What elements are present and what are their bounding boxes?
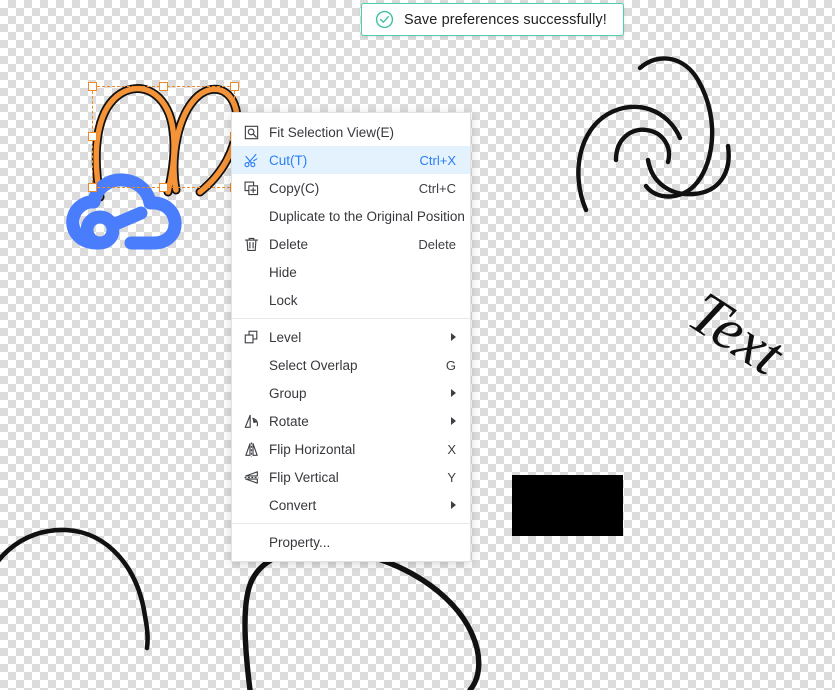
menu-item-label: Delete <box>269 236 309 252</box>
menu-item-duplicate-to-the-original-position[interactable]: Duplicate to the Original Position <box>232 202 470 230</box>
menu-item-rotate[interactable]: Rotate <box>232 407 470 435</box>
scissors-icon <box>242 151 260 169</box>
menu-item-label: Property... <box>269 534 331 550</box>
menu-item-flip-vertical[interactable]: Flip Vertical Y <box>232 463 470 491</box>
menu-item-label: Flip Horizontal <box>269 441 356 457</box>
menu-item-label: Duplicate to the Original Position <box>269 208 465 224</box>
submenu-arrow-icon <box>451 501 456 509</box>
copy-icon <box>242 179 260 197</box>
rotate-icon <box>242 412 260 430</box>
menu-item-group[interactable]: Group <box>232 379 470 407</box>
menu-item-shortcut: Delete <box>418 236 456 252</box>
menu-item-shortcut: Ctrl+X <box>419 152 456 168</box>
menu-item-label: Fit Selection View(E) <box>269 124 395 140</box>
menu-item-label: Rotate <box>269 413 309 429</box>
menu-separator <box>232 318 470 319</box>
menu-item-shortcut: Ctrl+C <box>418 180 456 196</box>
menu-item-select-overlap[interactable]: Select Overlap G <box>232 351 470 379</box>
menu-item-copy-c[interactable]: Copy(C) Ctrl+C <box>232 174 470 202</box>
level-icon <box>242 328 260 346</box>
toast-message: Save preferences successfully! <box>404 11 607 28</box>
menu-item-level[interactable]: Level <box>232 323 470 351</box>
menu-item-label: Convert <box>269 497 317 513</box>
trash-icon <box>242 235 260 253</box>
menu-item-label: Hide <box>269 264 297 280</box>
menu-item-label: Select Overlap <box>269 357 358 373</box>
menu-item-fit-selection-view-e[interactable]: Fit Selection View(E) <box>232 118 470 146</box>
menu-item-property[interactable]: Property... <box>232 528 470 556</box>
black-rectangle[interactable] <box>512 475 623 536</box>
check-circle-icon <box>375 10 394 29</box>
submenu-arrow-icon <box>451 417 456 425</box>
context-menu[interactable]: Fit Selection View(E) Cut(T) Ctrl+X Copy(… <box>231 112 471 562</box>
menu-item-convert[interactable]: Convert <box>232 491 470 519</box>
cloud-key-icon[interactable] <box>64 173 188 251</box>
menu-item-delete[interactable]: Delete Delete <box>232 230 470 258</box>
toast-notification: Save preferences successfully! <box>361 3 624 36</box>
menu-item-shortcut: Y <box>447 469 456 485</box>
flip-vertical-icon <box>242 468 260 486</box>
menu-item-shortcut: X <box>447 441 456 457</box>
menu-item-label: Flip Vertical <box>269 469 339 485</box>
submenu-arrow-icon <box>451 389 456 397</box>
menu-item-label: Cut(T) <box>269 152 308 168</box>
flip-horizontal-icon <box>242 440 260 458</box>
menu-item-label: Level <box>269 329 302 345</box>
menu-item-shortcut: G <box>445 357 456 373</box>
menu-separator <box>232 523 470 524</box>
arc-shape-left[interactable] <box>0 520 180 670</box>
menu-item-flip-horizontal[interactable]: Flip Horizontal X <box>232 435 470 463</box>
submenu-arrow-icon <box>451 333 456 341</box>
double-spiral-shape[interactable] <box>572 44 752 220</box>
menu-item-label: Group <box>269 385 307 401</box>
text-object[interactable]: Text <box>678 258 810 388</box>
menu-item-label: Lock <box>269 292 298 308</box>
menu-item-cut-t[interactable]: Cut(T) Ctrl+X <box>232 146 470 174</box>
fit-selection-icon <box>242 123 260 141</box>
menu-item-label: Copy(C) <box>269 180 320 196</box>
menu-item-hide[interactable]: Hide <box>232 258 470 286</box>
menu-item-lock[interactable]: Lock <box>232 286 470 314</box>
